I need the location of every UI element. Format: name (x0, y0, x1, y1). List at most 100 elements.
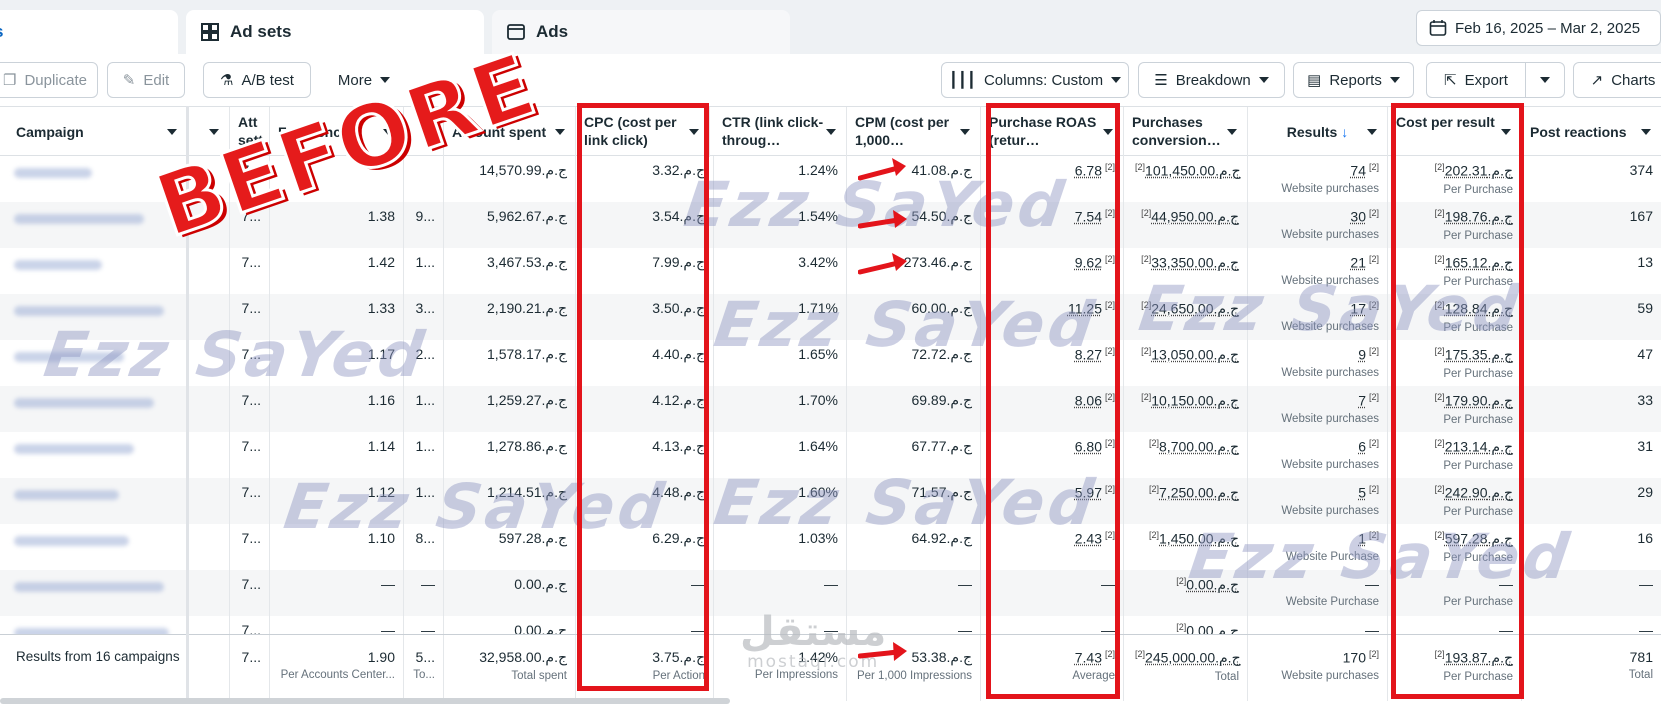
cell-reach: 9... (404, 202, 444, 248)
chevron-down-icon (1258, 77, 1269, 83)
duplicate-button[interactable]: ❐ Duplicate (0, 62, 98, 98)
cell-spent-value: ج.م.2,190.21 (487, 300, 567, 316)
header-post-reactions[interactable]: Post reactions (1522, 107, 1661, 157)
footer-results: 170 [2] Website purchases (1248, 635, 1388, 701)
footer-reach-sub: To... (413, 669, 435, 681)
cell-cpm-value: ج.م.273.46 (903, 254, 972, 270)
campaign-name-cell[interactable] (0, 248, 230, 294)
cell-spent: ج.م.14,570.99 (444, 156, 576, 202)
footnote-marker: [2] (1141, 254, 1152, 264)
cell-spent-value: ج.م.3,467.53 (487, 254, 567, 270)
footer-results-note: [2] (1368, 649, 1379, 659)
blurred-campaign-name (14, 536, 129, 546)
reports-button[interactable]: ▤ Reports (1293, 62, 1414, 98)
cell-reach-value: 1... (415, 254, 435, 270)
cell-spent: ج.م.3,467.53 (444, 248, 576, 294)
footer-reach: 5... To... (404, 635, 444, 701)
header-purchases-value[interactable]: Purchases conversion… (1124, 107, 1248, 157)
footer-results-sub: Website purchases (1281, 669, 1379, 682)
cell-react-value: 29 (1637, 484, 1653, 500)
edit-button[interactable]: ✎ Edit (107, 62, 185, 98)
cell-freq: — (270, 570, 404, 616)
cell-spent-value: ج.م.1,259.27 (487, 392, 567, 408)
tab-ads[interactable]: Ads (492, 10, 790, 54)
cell-cpm: ج.م.69.89 (847, 386, 981, 432)
footnote-marker: [2] (1368, 346, 1379, 356)
chevron-down-icon (1389, 77, 1400, 83)
tab-ad-sets-label: Ad sets (230, 22, 292, 41)
columns-label: Columns: Custom (983, 71, 1104, 89)
duplicate-icon: ❐ (3, 72, 17, 89)
campaign-name-cell[interactable] (0, 570, 230, 616)
chevron-down-icon (555, 129, 565, 135)
highlight-box-cpc (577, 103, 709, 691)
cell-att-value: 7... (241, 392, 261, 408)
cell-att-value: 7... (241, 530, 261, 546)
red-arrow-icon (858, 210, 907, 229)
campaign-name-cell[interactable] (0, 386, 230, 432)
date-range-picker[interactable]: Feb 16, 2025 – Mar 2, 2025 (1416, 10, 1661, 46)
cell-att: 7... (230, 478, 270, 524)
cell-freq-value: 1.16 (367, 392, 395, 408)
cell-reach-value: 9... (415, 208, 435, 224)
footer-pv-note: [2] (1135, 649, 1146, 659)
footer-pv-value: ج.م.245,000.00 (1145, 649, 1241, 666)
ab-test-button[interactable]: ⚗ A/B test (203, 62, 311, 98)
footnote-marker: [2] (1368, 438, 1379, 448)
cell-react: 13 (1522, 248, 1661, 294)
cell-freq-value: 1.33 (367, 300, 395, 316)
cell-react-value: 13 (1637, 254, 1653, 270)
footer-reach-value: 5... (415, 649, 435, 665)
cell-pv-value: ج.م.101,450.00 (1145, 162, 1241, 179)
header-cpm[interactable]: CPM (cost per 1,000… (847, 107, 981, 157)
header-campaign[interactable]: Campaign (0, 107, 188, 157)
edit-label: Edit (143, 71, 170, 89)
cell-reach: — (404, 570, 444, 616)
cell-reach-value: 1... (415, 392, 435, 408)
cell-pv: ج.م.7,250.00[2] (1124, 478, 1248, 524)
cell-att: 7... (230, 570, 270, 616)
header-results[interactable]: Results ↓ (1248, 107, 1388, 157)
cell-react-value: 16 (1637, 530, 1653, 546)
chevron-down-icon (1540, 77, 1550, 83)
campaign-name-cell[interactable] (0, 524, 230, 570)
cell-att-value: 7... (241, 484, 261, 500)
export-menu-button[interactable] (1525, 62, 1565, 98)
horizontal-scrollbar[interactable] (0, 698, 730, 704)
columns-icon: ┃┃┃ (948, 72, 976, 89)
cell-freq-value: 1.14 (367, 438, 395, 454)
tab-strip: s Ad sets Ads Feb 16, 2025 – Mar 2, 2025 (0, 0, 1661, 54)
cell-res-value: 9 (1358, 346, 1366, 363)
cell-res-sub: Website purchases (1281, 458, 1379, 471)
cell-ctr-value: 1.64% (798, 438, 838, 454)
charts-button[interactable]: ↗ Charts (1573, 62, 1661, 98)
breakdown-button[interactable]: ☰ Breakdown (1138, 62, 1285, 98)
cell-res-sub: Website purchases (1281, 412, 1379, 425)
footnote-marker: [2] (1368, 254, 1379, 264)
cell-pv: ج.م.10,150.00[2] (1124, 386, 1248, 432)
chevron-down-icon (826, 129, 836, 135)
cell-res: 5 [2] Website purchases (1248, 478, 1388, 524)
footnote-marker: [2] (1368, 392, 1379, 402)
footnote-marker: [2] (1368, 162, 1379, 172)
tab-ad-sets[interactable]: Ad sets (186, 10, 484, 54)
cell-spent-value: ج.م.0.00 (514, 576, 567, 592)
blurred-campaign-name (14, 490, 119, 500)
cell-cpm-value: ج.م.69.89 (911, 392, 972, 408)
footer-results-value: 170 (1342, 649, 1366, 666)
chevron-down-icon (1227, 129, 1237, 135)
columns-button[interactable]: ┃┃┃ Columns: Custom (941, 62, 1129, 98)
blurred-campaign-name (14, 168, 92, 178)
header-ctr[interactable]: CTR (link click-throug… (714, 107, 847, 157)
cell-res: 30 [2] Website purchases (1248, 202, 1388, 248)
campaign-name-cell[interactable] (0, 478, 230, 524)
cell-res-sub: Website purchases (1281, 228, 1379, 241)
footer-cpm-value: ج.م.53.38 (911, 649, 972, 665)
toolbar: ❐ Duplicate ✎ Edit ⚗ A/B test More ┃┃┃ C… (0, 54, 1661, 106)
campaign-name-cell[interactable] (0, 432, 230, 478)
calendar-icon (1429, 20, 1447, 36)
tab-campaigns[interactable]: s (0, 10, 178, 54)
footer-label: Results from 16 campaigns (0, 635, 230, 701)
export-button[interactable]: ⇱ Export (1426, 62, 1526, 98)
cell-res-value: 7 (1358, 392, 1366, 409)
